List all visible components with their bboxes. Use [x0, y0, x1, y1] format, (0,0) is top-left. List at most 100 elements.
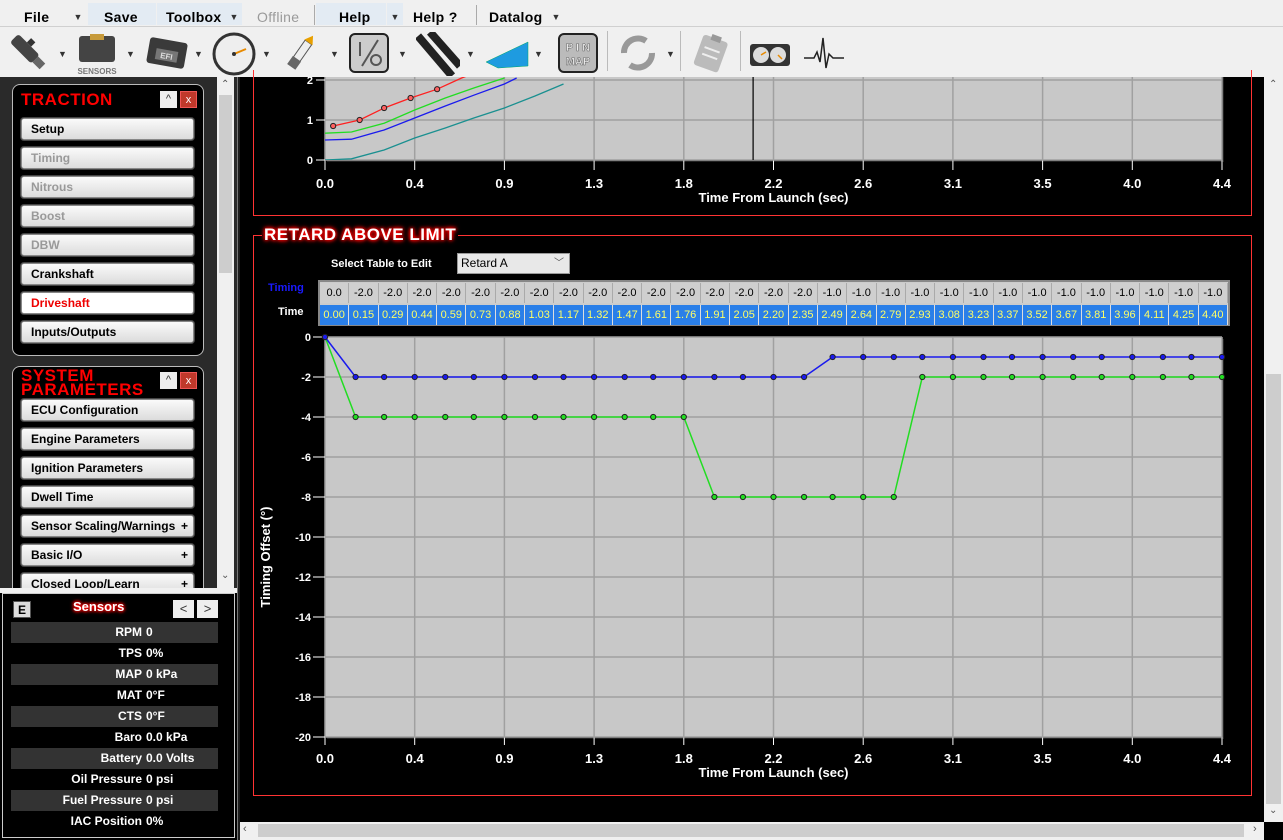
- menu-datalog[interactable]: Datalog: [489, 3, 549, 25]
- efi-dropdown[interactable]: ▼: [194, 49, 203, 59]
- timing-cell[interactable]: -2.0: [495, 283, 526, 303]
- time-cell[interactable]: 3.08: [935, 305, 965, 325]
- timing-cell[interactable]: -1.0: [1081, 283, 1111, 303]
- time-cell[interactable]: 1.47: [612, 305, 643, 325]
- sensors-next-button[interactable]: >: [197, 600, 218, 618]
- timing-cell[interactable]: -1.0: [847, 283, 877, 303]
- dashboard-gauges-icon[interactable]: [749, 32, 791, 74]
- clipboard-icon[interactable]: [690, 32, 734, 74]
- gauge-dropdown[interactable]: ▼: [262, 49, 271, 59]
- scroll-left-icon[interactable]: ‹: [243, 823, 247, 835]
- left-scroll-thumb[interactable]: [219, 95, 232, 273]
- stripes-icon[interactable]: [414, 29, 463, 79]
- toolbox-dropdown-arrow[interactable]: ▼: [226, 3, 242, 25]
- time-cell[interactable]: 0.44: [407, 305, 438, 325]
- time-cell[interactable]: 2.79: [876, 305, 906, 325]
- timing-cell[interactable]: -2.0: [642, 283, 672, 303]
- nav-item-dwell-time[interactable]: Dwell Time: [21, 486, 194, 508]
- nav-item-setup[interactable]: Setup: [21, 118, 194, 140]
- time-cell[interactable]: 3.37: [993, 305, 1023, 325]
- timing-cell[interactable]: -2.0: [730, 283, 760, 303]
- spark-plug-icon[interactable]: [280, 32, 322, 74]
- time-cell[interactable]: 1.91: [700, 305, 731, 325]
- traction-close-button[interactable]: x: [180, 91, 197, 108]
- timing-cell[interactable]: -1.0: [993, 283, 1023, 303]
- time-cell[interactable]: 0.29: [378, 305, 408, 325]
- time-cell[interactable]: 1.17: [554, 305, 584, 325]
- gauge-icon[interactable]: [212, 32, 256, 76]
- menu-help[interactable]: Help: [316, 3, 386, 25]
- scroll-right-icon[interactable]: ›: [1253, 823, 1257, 835]
- nav-item-sensor-scaling-warnings[interactable]: Sensor Scaling/Warnings +: [21, 515, 194, 537]
- scroll-up-icon[interactable]: ⌃: [221, 79, 229, 90]
- timing-cell[interactable]: -1.0: [935, 283, 965, 303]
- nav-item-timing[interactable]: Timing: [21, 147, 194, 169]
- spark-plug-dropdown[interactable]: ▼: [330, 49, 339, 59]
- timing-cell[interactable]: -2.0: [788, 283, 818, 303]
- main-hscroll-thumb[interactable]: [258, 824, 1244, 837]
- 3d-table-dropdown[interactable]: ▼: [534, 49, 543, 59]
- timing-cell[interactable]: -1.0: [905, 283, 936, 303]
- main-vscroll-thumb[interactable]: [1266, 374, 1281, 804]
- sensors-prev-button[interactable]: <: [173, 600, 194, 618]
- io-icon[interactable]: [348, 32, 390, 74]
- table-select[interactable]: Retard A ﹀: [457, 253, 570, 274]
- nav-item-crankshaft[interactable]: Crankshaft: [21, 263, 194, 285]
- time-cell[interactable]: 3.67: [1052, 305, 1082, 325]
- file-dropdown-arrow[interactable]: ▼: [70, 3, 86, 25]
- time-cell[interactable]: 2.93: [905, 305, 936, 325]
- time-cell[interactable]: 2.20: [759, 305, 789, 325]
- time-cell[interactable]: 1.03: [525, 305, 555, 325]
- menu-toolbox[interactable]: Toolbox: [157, 3, 227, 25]
- timing-cell[interactable]: -1.0: [1169, 283, 1199, 303]
- time-cell[interactable]: 4.40: [1198, 305, 1228, 325]
- timing-cell[interactable]: -2.0: [466, 283, 496, 303]
- sync-icon[interactable]: [616, 32, 660, 74]
- timing-cell[interactable]: -2.0: [700, 283, 731, 303]
- menu-save[interactable]: Save: [88, 3, 156, 25]
- time-cell[interactable]: 2.49: [817, 305, 848, 325]
- time-cell[interactable]: 0.15: [349, 305, 379, 325]
- timing-cell[interactable]: -2.0: [759, 283, 789, 303]
- time-cell[interactable]: 0.88: [495, 305, 526, 325]
- nav-item-basic-i-o[interactable]: Basic I/O +: [21, 544, 194, 566]
- time-cell[interactable]: 3.23: [964, 305, 994, 325]
- nav-item-driveshaft[interactable]: Driveshaft: [21, 292, 194, 314]
- time-cell[interactable]: 3.81: [1081, 305, 1111, 325]
- time-cell[interactable]: 3.96: [1110, 305, 1141, 325]
- timing-cell[interactable]: -1.0: [817, 283, 848, 303]
- time-cell[interactable]: 1.76: [671, 305, 701, 325]
- menu-help-question[interactable]: Help ?: [413, 3, 463, 25]
- main-vertical-scrollbar[interactable]: ⌃ ⌄: [1264, 77, 1283, 822]
- time-cell[interactable]: 4.11: [1140, 305, 1170, 325]
- 3d-table-icon[interactable]: [484, 32, 532, 74]
- help-dropdown-arrow[interactable]: ▼: [387, 3, 403, 25]
- nav-item-inputs-outputs[interactable]: Inputs/Outputs: [21, 321, 194, 343]
- nav-item-boost[interactable]: Boost: [21, 205, 194, 227]
- time-cell[interactable]: 0.59: [437, 305, 467, 325]
- efi-ecu-icon[interactable]: EFI: [144, 32, 190, 74]
- timing-cell[interactable]: -2.0: [407, 283, 438, 303]
- stripes-dropdown[interactable]: ▼: [466, 49, 475, 59]
- nav-item-engine-parameters[interactable]: Engine Parameters: [21, 428, 194, 450]
- timing-cell[interactable]: -2.0: [349, 283, 379, 303]
- timing-cell[interactable]: -1.0: [1022, 283, 1053, 303]
- time-cell[interactable]: 0.73: [466, 305, 496, 325]
- scroll-down-icon[interactable]: ⌄: [1269, 805, 1277, 816]
- timing-cell[interactable]: -1.0: [1198, 283, 1228, 303]
- time-cell[interactable]: 2.05: [730, 305, 760, 325]
- timing-cell[interactable]: -2.0: [525, 283, 555, 303]
- pin-map-icon[interactable]: P I N MAP: [558, 32, 598, 74]
- timing-cell[interactable]: 0.0: [320, 283, 350, 303]
- timing-cell[interactable]: -2.0: [554, 283, 584, 303]
- timing-cell[interactable]: -1.0: [1140, 283, 1170, 303]
- scroll-down-icon[interactable]: ⌄: [221, 570, 229, 581]
- sensors-edit-button[interactable]: E: [13, 601, 31, 618]
- timing-cell[interactable]: -2.0: [437, 283, 467, 303]
- sensors-dropdown[interactable]: ▼: [126, 49, 135, 59]
- timing-cell[interactable]: -1.0: [1110, 283, 1141, 303]
- main-horizontal-scrollbar[interactable]: ‹ ›: [240, 822, 1264, 840]
- time-cell[interactable]: 2.64: [847, 305, 877, 325]
- time-cell[interactable]: 2.35: [788, 305, 818, 325]
- io-dropdown[interactable]: ▼: [398, 49, 407, 59]
